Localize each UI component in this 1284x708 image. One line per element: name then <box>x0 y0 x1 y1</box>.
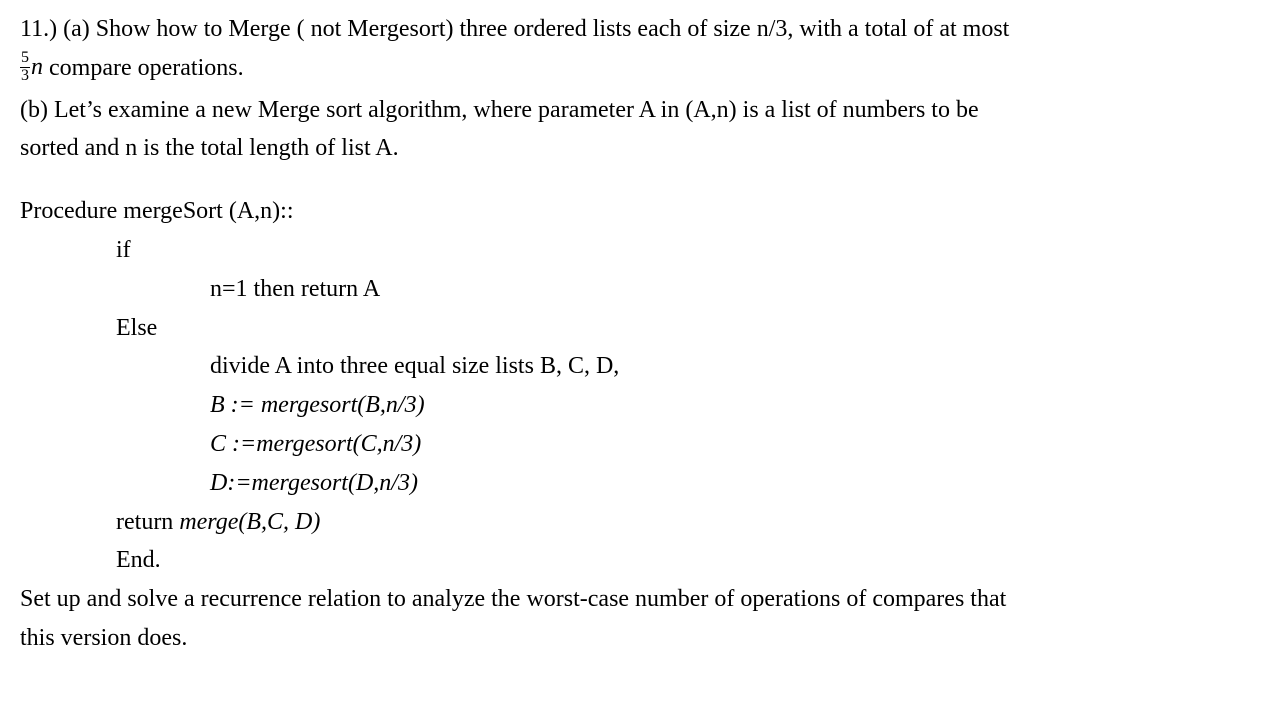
assign-d: D:=mergesort(D,n/3) <box>20 466 1264 501</box>
assign-c: C :=mergesort(C,n/3) <box>20 427 1264 462</box>
problem-number: 11.) <box>20 16 57 42</box>
part-a-label: (a) <box>63 16 90 42</box>
if-keyword: if <box>20 233 1264 268</box>
closing-line1: Set up and solve a recurrence relation t… <box>20 582 1264 617</box>
return-call: merge(B,C, D) <box>179 509 320 535</box>
part-a-line1: 11.) (a) Show how to Merge ( not Mergeso… <box>20 12 1264 47</box>
fraction-variable: n <box>31 50 43 85</box>
end-keyword: End. <box>20 543 1264 578</box>
fraction-5-over-3-n: 5 3 n <box>20 55 49 81</box>
assign-b: B := mergesort(B,n/3) <box>20 388 1264 423</box>
part-a-line2: 5 3 n compare operations. <box>20 51 1264 87</box>
fraction-5-over-3: 5 3 <box>20 50 30 85</box>
step-divide: divide A into three equal size lists B, … <box>20 349 1264 384</box>
part-b-label: (b) <box>20 97 48 123</box>
return-keyword: return <box>116 509 179 535</box>
part-b-text1: Let’s examine a new Merge sort algorithm… <box>54 97 979 123</box>
closing-line2: this version does. <box>20 621 1264 656</box>
fraction-denominator: 3 <box>20 68 30 85</box>
if-condition: n=1 then return A <box>20 272 1264 307</box>
part-a-text1: Show how to Merge ( not Mergesort) three… <box>96 16 1010 42</box>
else-keyword: Else <box>20 311 1264 346</box>
fraction-numerator: 5 <box>20 50 30 68</box>
part-a-text2: compare operations. <box>49 55 244 81</box>
part-b-line1: (b) Let’s examine a new Merge sort algor… <box>20 93 1264 128</box>
return-line: return merge(B,C, D) <box>20 505 1264 540</box>
procedure-header: Procedure mergeSort (A,n):: <box>20 194 1264 229</box>
part-b-line2: sorted and n is the total length of list… <box>20 131 1264 166</box>
